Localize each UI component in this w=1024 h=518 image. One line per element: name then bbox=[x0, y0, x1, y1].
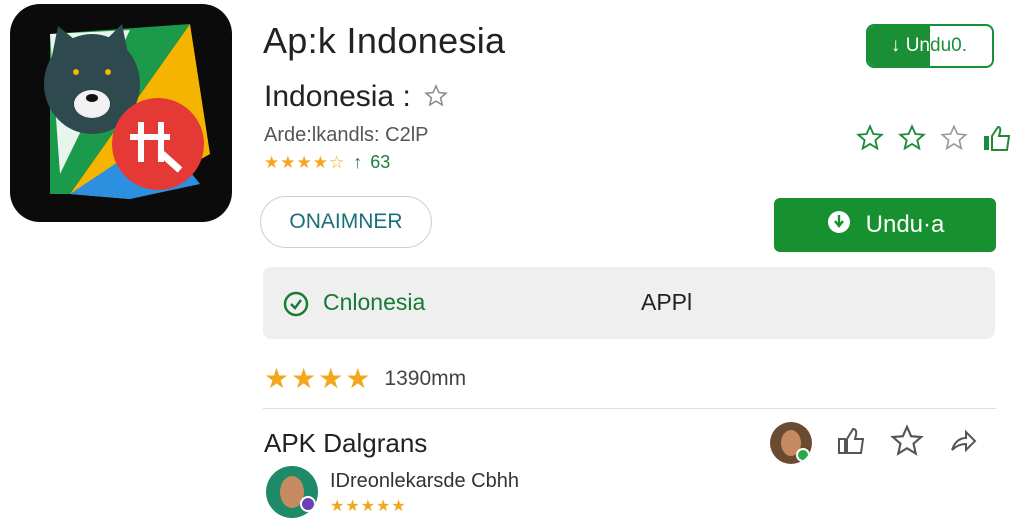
star-outline-icon[interactable] bbox=[856, 124, 884, 152]
top-download-label: du0. bbox=[930, 35, 967, 56]
rating-stars: ★★★★☆ bbox=[264, 152, 346, 172]
avatar[interactable] bbox=[770, 422, 812, 464]
review-count: 1390mm bbox=[384, 366, 467, 390]
reviewer-name: IDreonlekarsde Cbhh bbox=[330, 470, 519, 492]
review-stars: ★★★★ bbox=[264, 363, 373, 394]
info-box: Cnlonesia APPl bbox=[263, 267, 995, 339]
reviewer-avatar[interactable] bbox=[266, 466, 318, 518]
check-circle-icon bbox=[283, 291, 309, 322]
download-icon-label: ↓ Un bbox=[868, 26, 930, 66]
section-title: APK Dalgrans bbox=[264, 428, 428, 458]
app-icon bbox=[10, 4, 232, 222]
thumbs-up-icon[interactable] bbox=[982, 124, 1012, 152]
divider bbox=[263, 408, 996, 409]
star-outline-icon[interactable] bbox=[424, 84, 448, 113]
rating-row: ★★★★☆ ↑ 63 bbox=[264, 152, 390, 173]
download-button[interactable]: Undu·a bbox=[774, 198, 996, 252]
download-icon bbox=[826, 209, 852, 242]
outline-button[interactable]: ONAIMNER bbox=[260, 196, 432, 248]
download-button-label: Undu·a bbox=[865, 211, 945, 238]
rating-arrow: ↑ bbox=[353, 152, 363, 172]
rating-value: 63 bbox=[370, 152, 391, 172]
thumbs-up-icon[interactable] bbox=[836, 425, 866, 462]
star-outline-icon[interactable] bbox=[940, 124, 968, 152]
share-icon[interactable] bbox=[948, 426, 978, 461]
top-download-button[interactable]: ↓ Un du0. bbox=[866, 24, 994, 68]
rate-icons bbox=[856, 124, 1012, 152]
info-label: Cnlonesia bbox=[323, 289, 426, 315]
info-right-text: APPl bbox=[641, 289, 693, 315]
developer-name: Ardе:lkandls: C2lP bbox=[264, 124, 429, 146]
app-title: Ap:k Indonesia bbox=[263, 20, 506, 61]
section-actions bbox=[770, 422, 978, 464]
review-summary: ★★★★ 1390mm bbox=[264, 362, 466, 395]
star-outline-icon[interactable] bbox=[898, 124, 926, 152]
reviewer-stars: ★★★★★ bbox=[330, 498, 407, 515]
star-outline-icon[interactable] bbox=[890, 423, 924, 463]
app-subtitle: Indonesia : bbox=[264, 80, 411, 113]
